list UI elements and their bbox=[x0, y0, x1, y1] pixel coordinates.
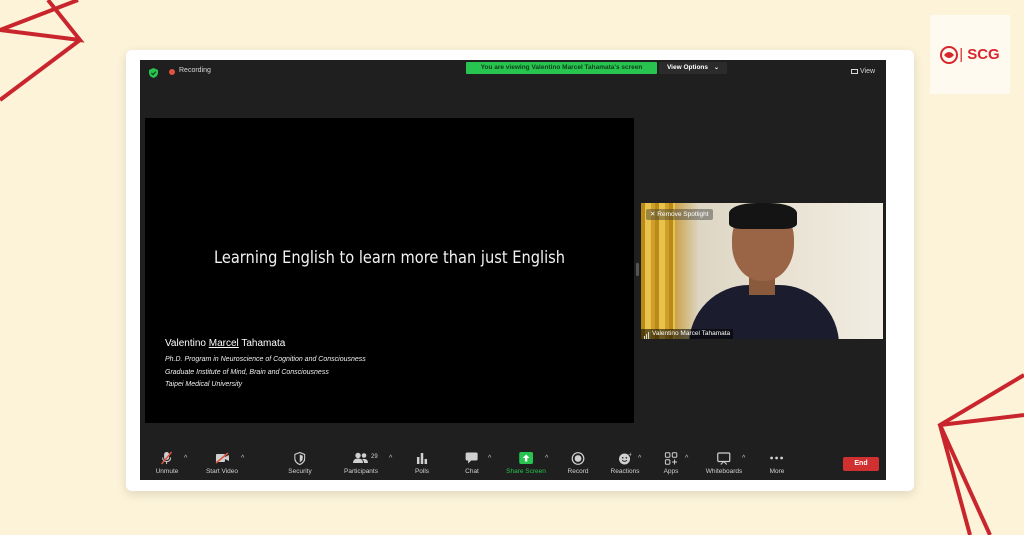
participants-icon bbox=[353, 452, 368, 463]
end-meeting-button[interactable]: End bbox=[843, 457, 879, 471]
logo-text: SCG bbox=[967, 46, 1000, 63]
brand-logo: | SCG bbox=[930, 15, 1010, 94]
view-label: View bbox=[860, 68, 876, 75]
whiteboards-button[interactable]: Whiteboards bbox=[705, 451, 743, 475]
start-video-button[interactable]: Start Video bbox=[206, 451, 238, 475]
svg-text:+: + bbox=[628, 452, 631, 458]
author-first: Valentino bbox=[165, 338, 209, 349]
chat-button[interactable]: Chat bbox=[465, 451, 479, 475]
unmute-button[interactable]: Unmute bbox=[155, 451, 179, 475]
slide-line: Taipei Medical University bbox=[165, 381, 243, 388]
participant-name: Valentino Marcel Tahamata bbox=[652, 330, 731, 337]
decorative-lines-top-left bbox=[0, 0, 85, 102]
signal-strength-icon bbox=[644, 329, 650, 339]
share-screen-label: Share Screen bbox=[506, 468, 546, 475]
remove-spotlight-button[interactable]: ✕ Remove Spotlight bbox=[646, 209, 713, 220]
recording-dot-icon bbox=[169, 69, 175, 75]
microphone-muted-icon bbox=[161, 451, 173, 465]
logo-separator: | bbox=[959, 46, 964, 63]
unmute-label: Unmute bbox=[155, 468, 179, 475]
background-curtain bbox=[641, 203, 675, 339]
slide-author: Valentino Marcel Tahamata bbox=[165, 338, 285, 349]
whiteboards-options-caret-icon[interactable]: ^ bbox=[742, 455, 745, 462]
chevron-down-icon: ⌄ bbox=[714, 65, 720, 71]
participants-count: 29 bbox=[371, 454, 378, 460]
whiteboard-icon bbox=[717, 451, 731, 465]
share-screen-arrow-icon bbox=[519, 452, 533, 464]
remove-spotlight-label: Remove Spotlight bbox=[657, 211, 709, 218]
view-button[interactable]: View bbox=[851, 68, 875, 75]
author-last: Tahamata bbox=[238, 338, 286, 349]
polls-button[interactable]: Polls bbox=[415, 451, 429, 475]
reactions-smiley-icon: + bbox=[619, 452, 632, 464]
apps-button[interactable]: Apps bbox=[663, 451, 679, 475]
apps-options-caret-icon[interactable]: ^ bbox=[685, 455, 688, 462]
reactions-options-caret-icon[interactable]: ^ bbox=[638, 455, 641, 462]
chat-label: Chat bbox=[465, 468, 479, 475]
share-screen-button[interactable]: Share Screen bbox=[506, 451, 546, 475]
slide-line: Graduate Institute of Mind, Brain and Co… bbox=[165, 368, 329, 376]
viewing-screen-banner: You are viewing Valentino Marcel Tahamat… bbox=[466, 62, 657, 74]
participant-figure bbox=[729, 203, 797, 229]
zoom-meeting-window: Recording You are viewing Valentino Marc… bbox=[140, 60, 886, 480]
video-options-caret-icon[interactable]: ^ bbox=[241, 455, 244, 462]
more-dots-icon bbox=[770, 456, 784, 460]
record-button[interactable]: Record bbox=[567, 451, 589, 475]
recording-label: Recording bbox=[179, 67, 211, 74]
participants-label: Participants bbox=[344, 468, 378, 475]
start-video-label: Start Video bbox=[205, 468, 239, 475]
decorative-lines-bottom-right bbox=[937, 373, 1024, 535]
security-shield-icon bbox=[294, 451, 306, 465]
more-label: More bbox=[769, 468, 785, 475]
encryption-shield-icon[interactable] bbox=[149, 68, 158, 78]
more-button[interactable]: More bbox=[769, 451, 785, 475]
author-middle: Marcel bbox=[208, 338, 239, 349]
view-options-label: View Options bbox=[666, 64, 709, 71]
meeting-toolbar: Unmute ^ Start Video ^ Security Particip… bbox=[140, 443, 886, 480]
audio-options-caret-icon[interactable]: ^ bbox=[184, 455, 187, 462]
whiteboards-label: Whiteboards bbox=[705, 468, 743, 475]
view-options-button[interactable]: View Options ⌄ bbox=[659, 62, 727, 74]
reactions-button[interactable]: + Reactions bbox=[610, 451, 640, 476]
shared-screen: Learning English to learn more than just… bbox=[145, 118, 634, 423]
brand-emblem-icon bbox=[940, 45, 959, 64]
apps-label: Apps bbox=[663, 468, 679, 475]
chat-bubble-icon bbox=[465, 452, 478, 464]
slide-title: Learning English to learn more than just… bbox=[213, 248, 566, 268]
apps-icon bbox=[664, 451, 678, 465]
reactions-label: Reactions bbox=[610, 468, 640, 475]
split-resize-handle[interactable] bbox=[636, 263, 639, 276]
slide-line: Ph.D. Program in Neuroscience of Cogniti… bbox=[165, 356, 366, 363]
polls-bar-chart-icon bbox=[417, 453, 428, 464]
record-icon bbox=[571, 451, 585, 465]
participant-name-tag: Valentino Marcel Tahamata bbox=[641, 329, 734, 339]
participant-video[interactable]: ✕ Remove Spotlight Valentino Marcel Taha… bbox=[641, 203, 883, 339]
security-button[interactable]: Security bbox=[288, 451, 312, 475]
chat-options-caret-icon[interactable]: ^ bbox=[488, 455, 491, 462]
view-layout-icon bbox=[851, 69, 858, 74]
share-options-caret-icon[interactable]: ^ bbox=[545, 455, 548, 462]
video-camera-off-icon bbox=[215, 452, 229, 464]
polls-label: Polls bbox=[414, 468, 430, 475]
record-label: Record bbox=[567, 468, 589, 475]
security-label: Security bbox=[288, 468, 312, 475]
meeting-topbar: Recording You are viewing Valentino Marc… bbox=[140, 60, 886, 84]
participants-options-caret-icon[interactable]: ^ bbox=[389, 455, 392, 462]
slide-affiliation: Ph.D. Program in Neuroscience of Cogniti… bbox=[165, 354, 366, 392]
